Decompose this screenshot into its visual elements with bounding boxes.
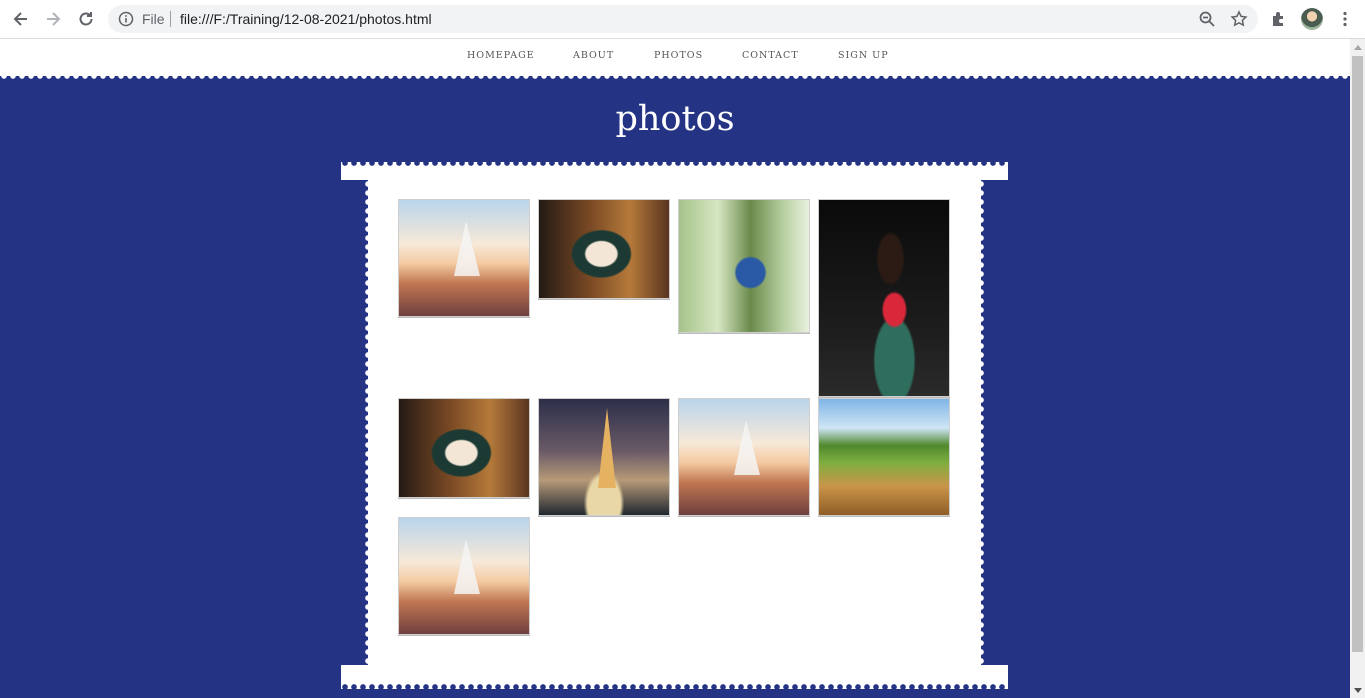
forward-button[interactable] xyxy=(43,9,63,29)
panel-right-perforation xyxy=(977,180,985,665)
extensions-puzzle-icon[interactable] xyxy=(1270,10,1288,28)
nav-link-homepage[interactable]: HOMEPAGE xyxy=(467,50,535,61)
nav-link-contact[interactable]: CONTACT xyxy=(742,50,799,61)
photo-gallery-panel xyxy=(341,159,1008,691)
url-text[interactable]: file:///F:/Training/12-08-2021/photos.ht… xyxy=(180,11,432,27)
gallery-photo-girl-in-tree[interactable] xyxy=(678,199,810,333)
site-navigation: HOMEPAGE ABOUT PHOTOS CONTACT SIGN UP xyxy=(0,39,1350,76)
gallery-photo-sailing-ship[interactable] xyxy=(398,517,530,635)
nav-link-sign-up[interactable]: SIGN UP xyxy=(838,50,889,61)
scroll-down-arrow-icon[interactable] xyxy=(1350,683,1365,698)
gallery-photo-girl-red-top[interactable] xyxy=(818,199,950,397)
gallery-photo-eiffel-tower[interactable] xyxy=(538,398,670,516)
zoom-icon[interactable] xyxy=(1198,10,1216,28)
bookmark-star-icon[interactable] xyxy=(1230,10,1248,28)
page-title: photos xyxy=(615,99,735,139)
back-button[interactable] xyxy=(11,9,31,29)
nav-link-about[interactable]: ABOUT xyxy=(573,50,614,61)
forward-arrow-icon xyxy=(47,12,61,26)
address-bar[interactable]: File file:///F:/Training/12-08-2021/phot… xyxy=(108,5,1258,33)
back-arrow-icon xyxy=(13,12,27,26)
file-scheme-label: File xyxy=(142,11,165,27)
address-separator xyxy=(170,11,171,27)
nav-scalloped-edge xyxy=(0,72,1350,80)
profile-avatar[interactable] xyxy=(1301,8,1323,30)
gallery-photo-sailing-ship[interactable] xyxy=(678,398,810,516)
info-icon[interactable] xyxy=(118,11,134,27)
reload-button[interactable] xyxy=(76,9,96,29)
panel-right-notch xyxy=(981,180,1008,665)
gallery-photo-nature-pond[interactable] xyxy=(818,398,950,516)
gallery-photo-sailing-ship[interactable] xyxy=(398,199,530,317)
panel-left-perforation xyxy=(364,180,372,665)
page-content: HOMEPAGE ABOUT PHOTOS CONTACT SIGN UP ph… xyxy=(0,39,1350,698)
gallery-photo-krishna[interactable] xyxy=(538,199,670,299)
scroll-up-arrow-icon[interactable] xyxy=(1350,39,1365,54)
gallery-photo-krishna[interactable] xyxy=(398,398,530,498)
nav-link-photos[interactable]: PHOTOS xyxy=(654,50,703,61)
browser-toolbar: File file:///F:/Training/12-08-2021/phot… xyxy=(0,0,1365,39)
panel-top-perforation xyxy=(341,159,1008,167)
panel-bottom-perforation xyxy=(341,683,1008,691)
more-menu-icon[interactable] xyxy=(1336,10,1354,28)
scrollbar-thumb[interactable] xyxy=(1352,56,1363,652)
reload-icon xyxy=(79,12,93,26)
vertical-scrollbar[interactable] xyxy=(1350,39,1365,698)
